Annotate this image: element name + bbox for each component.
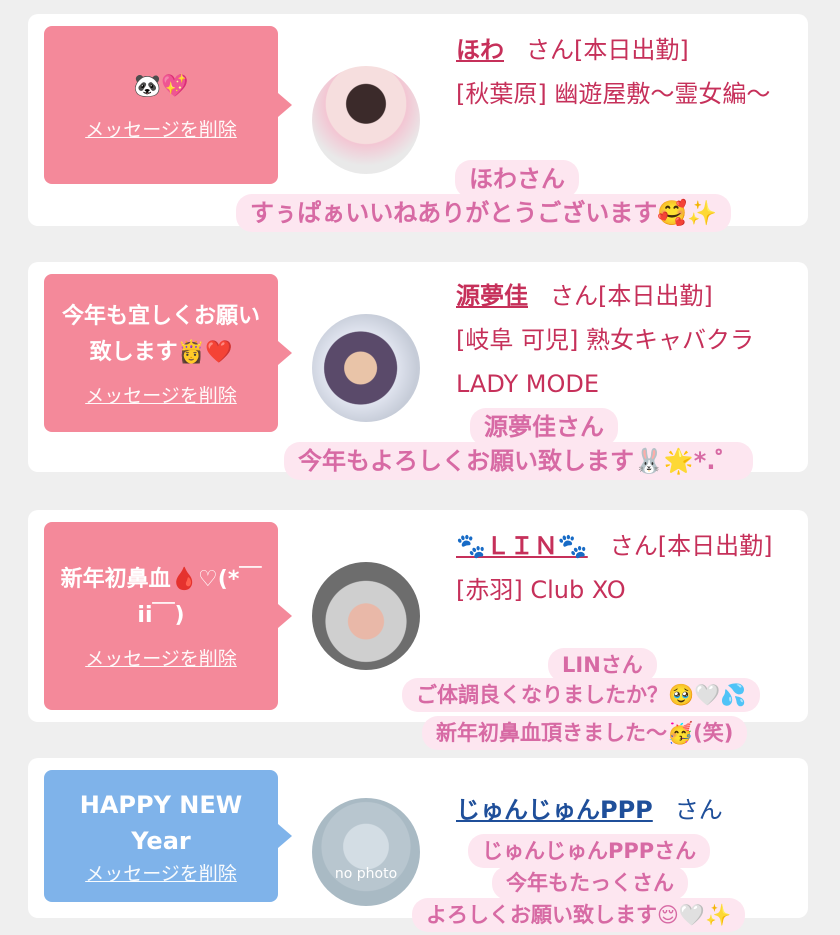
san-label: さん: [674, 796, 723, 824]
delete-message-link[interactable]: メッセージを削除: [85, 115, 237, 142]
overlay-name: LINさん: [548, 648, 657, 682]
shop-name: [秋葉原] 幽遊屋敷〜霊女編〜: [456, 80, 771, 108]
overlay-message: すぅぱぁいいねありがとうございます🥰✨: [236, 194, 732, 232]
overlay-message: 新年初鼻血頂きました〜🥳(笑): [422, 716, 748, 750]
delete-message-link[interactable]: メッセージを削除: [85, 859, 237, 886]
user-name-link[interactable]: 🐾ＬＩＮ🐾: [456, 532, 588, 560]
delete-message-link[interactable]: メッセージを削除: [85, 644, 237, 671]
overlay-name: 源夢佳さん: [470, 408, 618, 446]
message-bubble: 新年初鼻血🩸♡(*￣ii￣) メッセージを削除: [44, 522, 278, 710]
user-info: 源夢佳 さん[本日出勤] [岐阜 可児] 熟女キャバクラ LADY MODE: [456, 274, 788, 406]
overlay-message: よろしくお願い致します😌🤍✨: [412, 898, 746, 932]
user-name-link[interactable]: じゅんじゅんPPP: [456, 796, 653, 824]
message-text: 今年も宜しくお願い致します👸❤️: [61, 303, 260, 365]
message-text: HAPPY NEW Year: [79, 790, 243, 855]
overlay-message: 今年もたっくさん: [492, 866, 688, 900]
user-info: 🐾ＬＩＮ🐾 さん[本日出勤] [赤羽] Club XO: [456, 524, 788, 612]
user-name-link[interactable]: 源夢佳: [456, 282, 528, 310]
overlay-name: じゅんじゅんPPPさん: [468, 834, 711, 868]
no-photo-label: no photo: [334, 866, 398, 882]
user-info: ほわ さん[本日出勤] [秋葉原] 幽遊屋敷〜霊女編〜: [456, 28, 788, 116]
san-label: さん[本日出勤]: [526, 36, 689, 64]
san-label: さん[本日出勤]: [550, 282, 713, 310]
avatar[interactable]: [312, 314, 420, 422]
shop-name: [赤羽] Club XO: [456, 576, 626, 604]
avatar[interactable]: [312, 66, 420, 174]
overlay-message: ご体調良くなりましたか？🥹🤍💦: [402, 678, 761, 712]
avatar[interactable]: [312, 562, 420, 670]
san-label: さん[本日出勤]: [609, 532, 773, 560]
message-card: 今年も宜しくお願い致します👸❤️ メッセージを削除 源夢佳 さん[本日出勤] [岐…: [28, 262, 808, 472]
message-bubble: 今年も宜しくお願い致します👸❤️ メッセージを削除: [44, 274, 278, 432]
message-bubble: 🐼💖 メッセージを削除: [44, 26, 278, 184]
delete-message-link[interactable]: メッセージを削除: [85, 381, 237, 408]
shop-name: [岐阜 可児] 熟女キャバクラ LADY MODE: [456, 326, 754, 398]
overlay-message: 今年もよろしくお願い致します🐰🌟*.゜: [284, 442, 754, 480]
avatar[interactable]: no photo: [312, 798, 420, 906]
message-bubble: HAPPY NEW Year メッセージを削除: [44, 770, 278, 902]
user-name-link[interactable]: ほわ: [456, 36, 504, 64]
message-text: 🐼💖: [133, 73, 189, 99]
message-text: 新年初鼻血🩸♡(*￣ii￣): [60, 566, 262, 628]
user-info: じゅんじゅんPPP さん: [456, 788, 788, 832]
overlay-name: ほわさん: [455, 160, 579, 198]
